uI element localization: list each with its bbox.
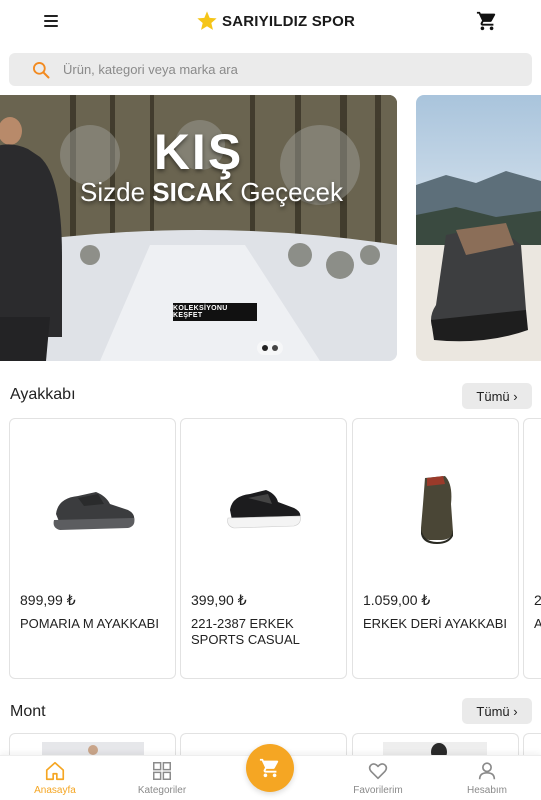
cart-fab-icon xyxy=(259,758,279,778)
product-image xyxy=(353,439,518,579)
product-price: 2 xyxy=(534,592,541,608)
search-bar[interactable] xyxy=(9,53,532,86)
product-name: A xyxy=(534,616,541,632)
see-all-shoes-button[interactable]: Tümü › xyxy=(462,383,532,409)
shopping-cart-icon[interactable] xyxy=(476,10,498,32)
product-price: 399,90 ₺ xyxy=(191,592,247,608)
black-sneaker-image xyxy=(53,492,134,530)
product-name: POMARIA M AYAKKABI xyxy=(20,616,159,631)
heart-icon xyxy=(368,763,388,780)
promo-banner-winter[interactable]: KIŞ Sizde SICAK Geçecek KOLEKSİYONU KEŞF… xyxy=(0,95,397,361)
banner-subtitle-suffix: Geçecek xyxy=(233,177,343,207)
promo-banner-boots[interactable] xyxy=(416,95,541,361)
carousel-dot-1[interactable] xyxy=(262,345,268,351)
product-name: 221-2387 ERKEK SPORTS CASUAL xyxy=(191,616,300,647)
product-card[interactable]: 899,99 ₺ POMARIA M AYAKKABI xyxy=(9,418,176,679)
black-white-sneaker-image xyxy=(226,490,301,529)
section-title-shoes: Ayakkabı xyxy=(10,386,76,403)
banner-title: KIŞ xyxy=(153,124,244,180)
product-card[interactable]: 399,90 ₺ 221-2387 ERKEK SPORTS CASUAL xyxy=(180,418,347,679)
cart-fab-button[interactable] xyxy=(246,744,294,792)
hamburger-menu-icon[interactable] xyxy=(44,12,64,32)
home-icon xyxy=(45,761,65,781)
banner-subtitle-bold: SICAK xyxy=(152,177,234,207)
brand-logo[interactable]: SARIYILDIZ SPOR xyxy=(196,10,355,32)
see-all-jackets-button[interactable]: Tümü › xyxy=(462,698,532,724)
mountain-boot-image xyxy=(416,171,541,361)
product-price: 899,99 ₺ xyxy=(20,592,76,608)
product-image xyxy=(10,439,175,579)
nav-label: Favorilerim xyxy=(353,785,403,796)
banner-subtitle: Sizde SICAK Geçecek xyxy=(80,177,343,208)
section-title-jackets: Mont xyxy=(10,703,46,720)
banner-subtitle-prefix: Sizde xyxy=(80,177,153,207)
user-icon xyxy=(478,762,496,780)
carousel-indicator[interactable] xyxy=(257,341,283,355)
nav-home[interactable]: Anasayfa xyxy=(10,758,100,800)
search-input[interactable] xyxy=(63,54,503,85)
carousel-dot-2[interactable] xyxy=(272,345,278,351)
product-name: ERKEK DERİ AYAKKABI xyxy=(363,616,508,631)
nav-label: Kategoriler xyxy=(137,785,187,796)
brown-leather-shoe-image xyxy=(420,476,453,544)
brand-name: SARIYILDIZ SPOR xyxy=(222,12,356,30)
nav-categories[interactable]: Kategoriler xyxy=(117,758,207,800)
discover-collection-button[interactable]: KOLEKSİYONU KEŞFET xyxy=(173,303,257,321)
search-icon[interactable] xyxy=(31,60,51,80)
product-card[interactable]: 1.059,00 ₺ ERKEK DERİ AYAKKABI xyxy=(352,418,519,679)
nav-label: Hesabım xyxy=(466,785,507,796)
nav-label: Anasayfa xyxy=(34,785,76,796)
nav-account[interactable]: Hesabım xyxy=(442,758,532,800)
star-icon xyxy=(197,11,217,30)
nav-favorites[interactable]: Favorilerim xyxy=(333,758,423,800)
product-image xyxy=(181,439,346,579)
product-card[interactable]: 2 A xyxy=(523,418,541,679)
grid-icon xyxy=(153,762,171,780)
product-price: 1.059,00 ₺ xyxy=(363,592,431,608)
top-app-bar: SARIYILDIZ SPOR xyxy=(0,0,541,46)
